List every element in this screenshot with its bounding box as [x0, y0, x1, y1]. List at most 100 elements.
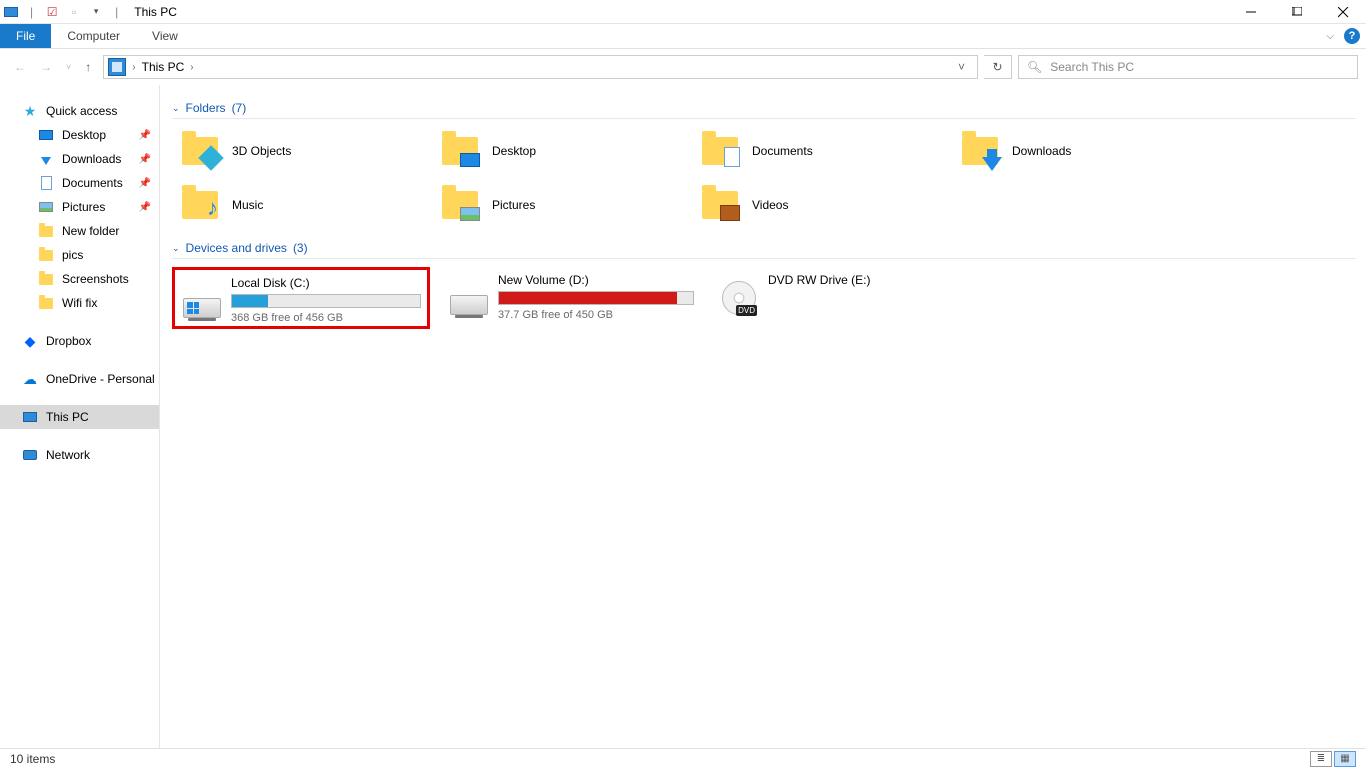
folder-icon: [38, 247, 54, 263]
view-tiles-button[interactable]: ▦: [1334, 751, 1356, 767]
group-header-drives[interactable]: ⌄ Devices and drives (3): [172, 241, 1356, 259]
status-bar: 10 items ≣ ▦: [0, 748, 1366, 768]
group-count: (7): [232, 101, 247, 115]
tab-file[interactable]: File: [0, 24, 51, 48]
sidebar-item-network[interactable]: Network: [0, 443, 159, 467]
group-header-folders[interactable]: ⌄ Folders (7): [172, 101, 1356, 119]
sidebar-label: OneDrive - Personal: [46, 372, 155, 386]
recent-dropdown-icon[interactable]: ˅: [66, 62, 71, 72]
sidebar-label: Network: [46, 448, 90, 462]
folders-grid: 3D Objects Desktop Documents Downloads ♪…: [180, 127, 1356, 229]
folder-downloads[interactable]: Downloads: [960, 127, 1220, 175]
folder-icon: [440, 131, 480, 171]
folder-label: Documents: [752, 144, 813, 158]
qat-dropdown-icon[interactable]: ▾: [87, 3, 105, 21]
search-input[interactable]: [1050, 60, 1349, 74]
window-controls: [1228, 0, 1366, 24]
folder-icon: [38, 271, 54, 287]
sidebar-item-pictures[interactable]: Pictures📌: [0, 195, 159, 219]
help-icon[interactable]: ?: [1344, 28, 1360, 44]
group-count: (3): [293, 241, 308, 255]
sidebar-label: This PC: [46, 410, 89, 424]
nav-arrows: ← → ˅ ↑: [8, 60, 97, 74]
folder-icon: [440, 185, 480, 225]
folder-icon: ♪: [180, 185, 220, 225]
sidebar-label: Documents: [62, 176, 123, 190]
sidebar-item-screenshots[interactable]: Screenshots: [0, 267, 159, 291]
sidebar-item-downloads[interactable]: Downloads📌: [0, 147, 159, 171]
qat-separator: |: [30, 5, 33, 19]
sidebar-item-documents[interactable]: Documents 📌: [0, 171, 159, 195]
folder-desktop[interactable]: Desktop: [440, 127, 700, 175]
tab-view[interactable]: View: [136, 24, 194, 48]
quick-access-toolbar: | ☑ ▫ ▾ | This PC: [0, 3, 177, 21]
chevron-down-icon: ⌄: [172, 103, 180, 114]
search-box[interactable]: 🔍︎: [1018, 55, 1358, 79]
navigation-pane: ★Quick access Desktop📌 Downloads📌 Docume…: [0, 85, 160, 748]
properties-icon[interactable]: ☑: [43, 3, 61, 21]
address-history-icon[interactable]: ˅: [950, 60, 973, 74]
folder-label: Music: [232, 198, 263, 212]
sidebar-label: Downloads: [62, 152, 121, 166]
maximize-button[interactable]: [1274, 0, 1320, 24]
onedrive-icon: ☁: [22, 371, 38, 387]
drive-new-volume-d[interactable]: New Volume (D:) 37.7 GB free of 450 GB: [442, 267, 700, 329]
drives-grid: Local Disk (C:) 368 GB free of 456 GB Ne…: [172, 267, 1356, 329]
sidebar-item-pics[interactable]: pics: [0, 243, 159, 267]
navigation-row: ← → ˅ ↑ › This PC › ˅ ↻ 🔍︎: [0, 49, 1366, 85]
pin-icon: 📌: [139, 178, 151, 189]
new-folder-qat-icon[interactable]: ▫: [65, 3, 83, 21]
crumb-chevron-icon-2[interactable]: ›: [190, 62, 193, 73]
app-icon: [2, 3, 20, 21]
forward-button[interactable]: →: [40, 60, 52, 74]
drive-local-disk-c[interactable]: Local Disk (C:) 368 GB free of 456 GB: [172, 267, 430, 329]
downloads-icon: [38, 151, 54, 167]
sidebar-item-desktop[interactable]: Desktop📌: [0, 123, 159, 147]
folder-label: Pictures: [492, 198, 535, 212]
breadcrumb-this-pc[interactable]: This PC: [142, 60, 185, 74]
folder-label: Downloads: [1012, 144, 1071, 158]
folder-icon: [700, 185, 740, 225]
view-details-button[interactable]: ≣: [1310, 751, 1332, 767]
group-label: Devices and drives: [186, 241, 287, 255]
sidebar-item-dropbox[interactable]: ◆Dropbox: [0, 329, 159, 353]
back-button[interactable]: ←: [14, 60, 26, 74]
tab-computer[interactable]: Computer: [51, 24, 136, 48]
folder-icon: [700, 131, 740, 171]
drive-label: Local Disk (C:): [231, 276, 421, 290]
drive-free-text: 37.7 GB free of 450 GB: [498, 309, 694, 321]
folder-music[interactable]: ♪ Music: [180, 181, 440, 229]
sidebar-label: Pictures: [62, 200, 105, 214]
address-bar[interactable]: › This PC › ˅: [103, 55, 978, 79]
folder-documents[interactable]: Documents: [700, 127, 960, 175]
close-button[interactable]: [1320, 0, 1366, 24]
up-button[interactable]: ↑: [85, 60, 91, 74]
chevron-down-icon: ⌄: [172, 243, 180, 254]
folder-label: Desktop: [492, 144, 536, 158]
minimize-button[interactable]: [1228, 0, 1274, 24]
folder-icon: [38, 295, 54, 311]
sidebar-item-new-folder[interactable]: New folder: [0, 219, 159, 243]
crumb-chevron-icon[interactable]: ›: [132, 62, 135, 73]
sidebar-item-wifi-fix[interactable]: Wifi fix: [0, 291, 159, 315]
folder-pictures[interactable]: Pictures: [440, 181, 700, 229]
dropbox-icon: ◆: [22, 333, 38, 349]
drive-dvd-rw-e[interactable]: DVD RW Drive (E:): [712, 267, 970, 329]
drive-info: DVD RW Drive (E:): [768, 273, 964, 291]
status-item-count: 10 items: [10, 752, 55, 766]
sidebar-label: Desktop: [62, 128, 106, 142]
drive-icon: [448, 273, 490, 315]
folder-videos[interactable]: Videos: [700, 181, 960, 229]
sidebar-item-onedrive[interactable]: ☁ OneDrive - Personal: [0, 367, 159, 391]
window-title: This PC: [134, 5, 177, 19]
sidebar-item-this-pc[interactable]: This PC: [0, 405, 159, 429]
drive-info: New Volume (D:) 37.7 GB free of 450 GB: [498, 273, 694, 321]
folder-3d-objects[interactable]: 3D Objects: [180, 127, 440, 175]
ribbon-collapse-icon[interactable]: ⌵: [1326, 31, 1334, 42]
network-icon: [22, 447, 38, 463]
sidebar-item-quick-access[interactable]: ★Quick access: [0, 99, 159, 123]
drive-label: New Volume (D:): [498, 273, 694, 287]
sidebar-label: Wifi fix: [62, 296, 97, 310]
title-bar: | ☑ ▫ ▾ | This PC: [0, 0, 1366, 24]
refresh-button[interactable]: ↻: [984, 55, 1012, 79]
